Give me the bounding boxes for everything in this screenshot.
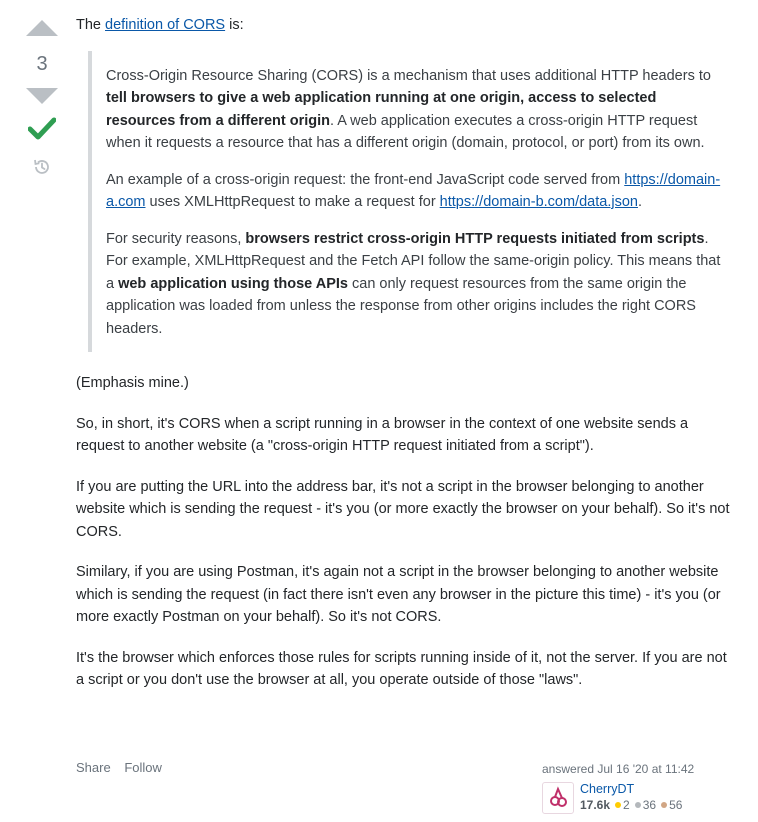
definition-link[interactable]: definition of CORS	[105, 17, 225, 33]
bronze-badge-icon	[661, 802, 668, 808]
upvote-arrow-icon[interactable]	[26, 20, 58, 36]
user-name[interactable]: CherryDT	[580, 782, 682, 796]
blockquote: Cross-Origin Resource Sharing (CORS) is …	[88, 50, 736, 352]
answered-timestamp[interactable]: answered Jul 16 '20 at 11:42	[542, 762, 742, 776]
quote-paragraph-1: Cross-Origin Resource Sharing (CORS) is …	[106, 67, 711, 152]
paragraph-1: So, in short, it's CORS when a script ru…	[76, 415, 689, 455]
domain-b-link[interactable]: https://domain-b.com/data.json	[440, 194, 638, 210]
user-info: CherryDT 17.6k 2 36 56	[542, 782, 742, 814]
intro-text: The definition of CORS is:	[76, 17, 244, 33]
gold-badge-icon	[615, 802, 622, 808]
reputation-row: 17.6k 2 36 56	[580, 798, 682, 812]
answer-body: The definition of CORS is: Cross-Origin …	[76, 14, 736, 692]
emphasis-note: (Emphasis mine.)	[76, 375, 189, 391]
paragraph-2: If you are putting the URL into the addr…	[76, 478, 730, 540]
vote-cell: 3	[20, 14, 64, 182]
accepted-checkmark-icon	[27, 116, 57, 145]
post-footer: Share Follow answered Jul 16 '20 at 11:4…	[76, 760, 736, 814]
quote-paragraph-3: For security reasons, browsers restrict …	[106, 230, 721, 337]
history-icon[interactable]	[32, 157, 52, 182]
quote-paragraph-2: An example of a cross-origin request: th…	[106, 171, 721, 211]
follow-link[interactable]: Follow	[124, 760, 162, 775]
bronze-badge-count: 56	[669, 798, 683, 812]
user-details: CherryDT 17.6k 2 36 56	[580, 782, 682, 812]
share-link[interactable]: Share	[76, 760, 111, 775]
reputation-score: 17.6k	[580, 798, 611, 812]
avatar[interactable]	[542, 782, 574, 814]
gold-badge-count: 2	[623, 798, 630, 812]
user-card: answered Jul 16 '20 at 11:42 CherryDT 17…	[542, 762, 742, 814]
silver-badge-count: 36	[642, 798, 657, 812]
silver-badge-icon	[634, 802, 641, 808]
paragraph-4: It's the browser which enforces those ru…	[76, 649, 727, 689]
paragraph-3: Similary, if you are using Postman, it's…	[76, 564, 721, 625]
vote-count: 3	[36, 53, 48, 75]
downvote-arrow-icon[interactable]	[26, 88, 58, 104]
